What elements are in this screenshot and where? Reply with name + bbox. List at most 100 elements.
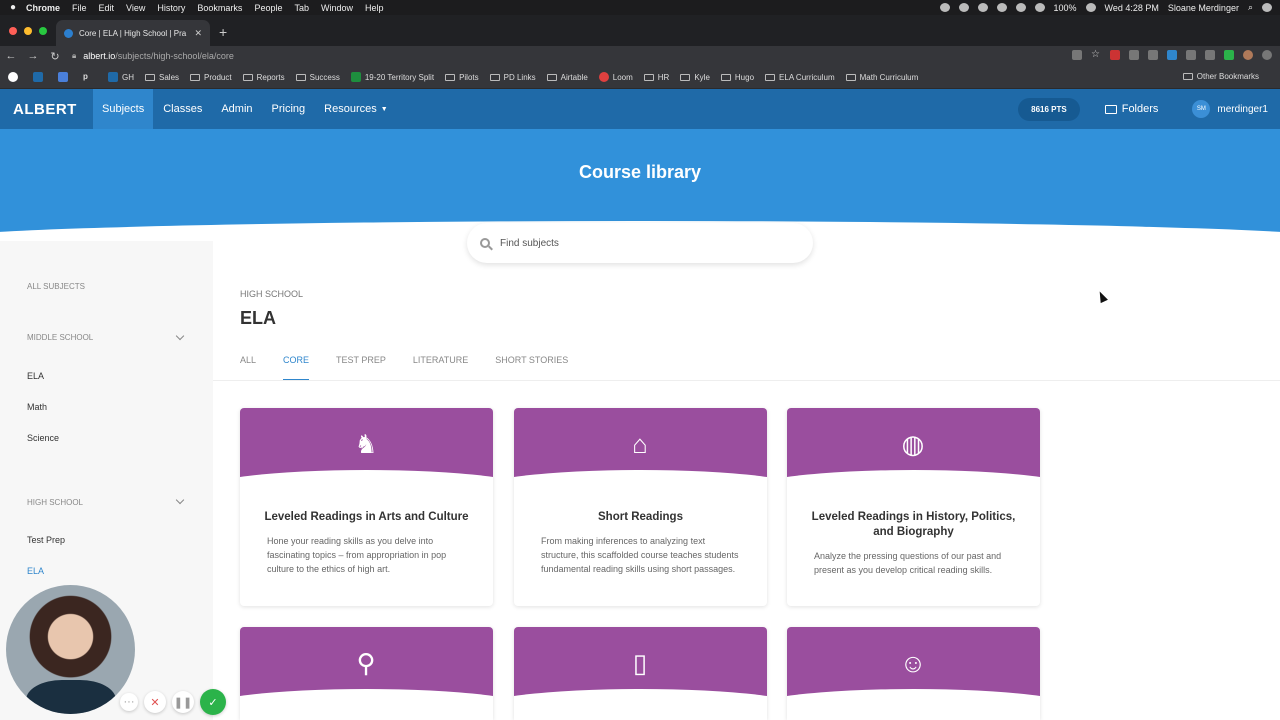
menu-view[interactable]: View	[126, 3, 145, 13]
bookmark-folder-hugo[interactable]: Hugo	[720, 73, 754, 82]
user-menu[interactable]: SM merdinger1	[1192, 100, 1268, 118]
menu-people[interactable]: People	[254, 3, 282, 13]
reload-icon[interactable]: ↻	[44, 50, 66, 63]
sidebar-middle-school[interactable]: MIDDLE SCHOOL	[27, 333, 93, 342]
sidebar-item-ms-ela[interactable]: ELA	[27, 371, 44, 381]
cloud-icon[interactable]	[996, 3, 1007, 12]
tab-core[interactable]: CORE	[283, 355, 310, 381]
forward-arrow-icon[interactable]: →	[22, 50, 44, 62]
folders-button[interactable]: Folders	[1104, 103, 1158, 115]
menu-tab[interactable]: Tab	[294, 3, 309, 13]
lock-icon[interactable]: 🔒︎	[72, 51, 76, 61]
extension-blue-icon[interactable]	[1167, 50, 1177, 60]
close-window-icon[interactable]	[9, 27, 17, 35]
bookmark-folder-airtable[interactable]: Airtable	[546, 73, 588, 82]
recorder-more-icon[interactable]: ···	[120, 693, 138, 711]
sidebar-item-ms-science[interactable]: Science	[27, 433, 59, 443]
course-card[interactable]: ♞ Leveled Readings in Arts and Culture H…	[240, 408, 493, 606]
wifi-icon[interactable]	[1034, 3, 1045, 12]
tab-short-stories[interactable]: SHORT STORIES	[495, 355, 568, 381]
back-arrow-icon[interactable]: ←	[0, 50, 22, 62]
star-bookmark-icon[interactable]: ☆	[1091, 50, 1101, 60]
bookmark-loom[interactable]: Loom	[598, 72, 633, 82]
bookmark-google[interactable]	[8, 72, 22, 82]
points-badge[interactable]: 8616 PTS	[1018, 97, 1080, 121]
bookmark-gh[interactable]: GH	[108, 72, 134, 82]
extension-mail-icon[interactable]	[1148, 50, 1158, 60]
bookmark-folder-hr[interactable]: HR	[643, 73, 669, 82]
bookmark-docs[interactable]	[58, 72, 72, 82]
menu-window[interactable]: Window	[321, 3, 353, 13]
minimize-window-icon[interactable]	[24, 27, 32, 35]
menu-bookmarks[interactable]: Bookmarks	[197, 3, 242, 13]
course-card[interactable]: ☺	[787, 627, 1040, 720]
menu-help[interactable]: Help	[365, 3, 384, 13]
chevron-down-icon[interactable]	[175, 495, 185, 505]
profile-avatar-icon[interactable]	[1243, 50, 1253, 60]
camera-status-icon[interactable]	[939, 3, 950, 12]
extension-docs-icon[interactable]	[1186, 50, 1196, 60]
menu-history[interactable]: History	[157, 3, 185, 13]
extension-red-icon[interactable]	[1110, 50, 1120, 60]
menu-chrome[interactable]: Chrome	[26, 3, 60, 13]
nav-resources[interactable]: Resources ▼	[315, 89, 397, 129]
menu-user[interactable]: Sloane Merdinger	[1168, 3, 1239, 13]
bluetooth-icon[interactable]	[1015, 3, 1026, 12]
spotlight-icon[interactable]: ⌕	[1248, 2, 1253, 13]
chrome-menu-icon[interactable]	[1262, 50, 1272, 60]
address-bar[interactable]: 🔒︎ albert.io/subjects/high-school/ela/co…	[72, 47, 1212, 65]
apple-menu-icon[interactable]: ●	[0, 2, 26, 13]
other-bookmarks[interactable]: Other Bookmarks	[1182, 72, 1259, 81]
maximize-window-icon[interactable]	[39, 27, 47, 35]
recorder-cancel-icon[interactable]: ✕	[144, 691, 166, 713]
nav-classes[interactable]: Classes	[154, 89, 211, 129]
battery-percent[interactable]: 100%	[1054, 3, 1077, 13]
tab-literature[interactable]: LITERATURE	[413, 355, 468, 381]
nav-subjects[interactable]: Subjects	[93, 89, 154, 129]
bookmark-pinterest[interactable]: p	[83, 72, 97, 82]
search-input[interactable]: Find subjects	[467, 223, 813, 263]
recorder-finish-icon[interactable]: ✓	[200, 689, 226, 715]
recorder-pause-icon[interactable]: ❚❚	[172, 691, 194, 713]
close-tab-icon[interactable]: ✕	[194, 28, 202, 39]
tab-all[interactable]: ALL	[240, 355, 256, 381]
dropbox-icon[interactable]	[977, 3, 988, 12]
course-card[interactable]: ⌂ Short Readings From making inferences …	[514, 408, 767, 606]
menu-file[interactable]: File	[72, 3, 87, 13]
extension-info-icon[interactable]	[1205, 50, 1215, 60]
bookmark-folder-pilots[interactable]: Pilots	[445, 73, 479, 82]
sidebar-item-hs-test-prep[interactable]: Test Prep	[27, 535, 65, 545]
course-card[interactable]: ⚲	[240, 627, 493, 720]
new-tab-button[interactable]: +	[219, 24, 227, 40]
chevron-down-icon[interactable]	[175, 331, 185, 341]
albert-logo[interactable]: ALBERT	[0, 101, 93, 118]
camera-extension-icon[interactable]	[1072, 50, 1082, 60]
nav-admin[interactable]: Admin	[212, 89, 261, 129]
extension-gray-icon[interactable]	[1129, 50, 1139, 60]
extension-green-icon[interactable]	[1224, 50, 1234, 60]
sidebar-item-hs-ela[interactable]: ELA	[27, 566, 44, 576]
tab-test-prep[interactable]: TEST PREP	[336, 355, 386, 381]
siri-icon[interactable]	[1262, 3, 1272, 12]
recorder-status-icon[interactable]	[958, 3, 969, 12]
bookmark-folder-sales[interactable]: Sales	[145, 73, 179, 82]
sidebar-high-school[interactable]: HIGH SCHOOL	[27, 498, 83, 507]
bookmark-albert[interactable]	[33, 72, 47, 82]
browser-tab-active[interactable]: Core | ELA | High School | Pra ✕	[56, 20, 210, 46]
bookmark-territory-split[interactable]: 19-20 Territory Split	[350, 72, 434, 82]
menu-edit[interactable]: Edit	[99, 3, 115, 13]
bookmark-folder-product[interactable]: Product	[190, 73, 232, 82]
sidebar-all-subjects[interactable]: ALL SUBJECTS	[27, 282, 85, 291]
course-card[interactable]: ▯	[514, 627, 767, 720]
course-card[interactable]: ◍ Leveled Readings in History, Politics,…	[787, 408, 1040, 606]
sidebar-item-ms-math[interactable]: Math	[27, 402, 47, 412]
bookmark-folder-reports[interactable]: Reports	[242, 73, 285, 82]
battery-icon[interactable]	[1085, 3, 1096, 12]
bookmark-folder-math-curriculum[interactable]: Math Curriculum	[845, 73, 918, 82]
breadcrumb[interactable]: HIGH SCHOOL	[240, 289, 303, 299]
bookmark-folder-pd-links[interactable]: PD Links	[489, 73, 536, 82]
menu-clock[interactable]: Wed 4:28 PM	[1105, 3, 1159, 13]
bookmark-folder-kyle[interactable]: Kyle	[680, 73, 710, 82]
bookmark-folder-success[interactable]: Success	[295, 73, 340, 82]
bookmark-folder-ela-curriculum[interactable]: ELA Curriculum	[765, 73, 835, 82]
